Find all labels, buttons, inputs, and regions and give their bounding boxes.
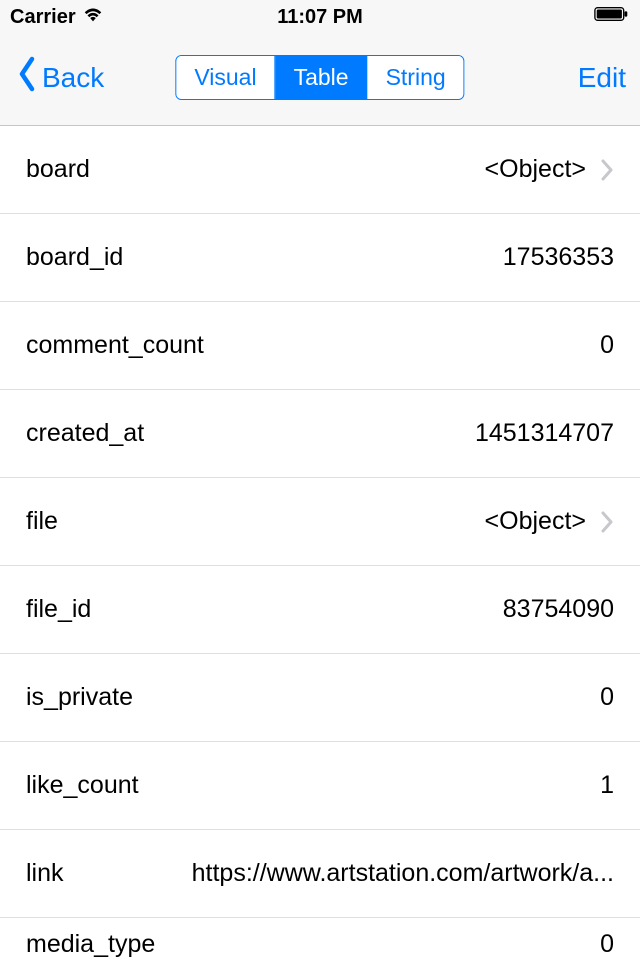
- row-key: file_id: [26, 595, 91, 624]
- segment-string[interactable]: String: [368, 56, 464, 99]
- table-row: file_id 83754090: [0, 566, 640, 654]
- edit-button[interactable]: Edit: [578, 62, 626, 94]
- row-key: comment_count: [26, 331, 204, 360]
- wifi-icon: [82, 5, 104, 29]
- row-value: <Object>: [485, 507, 586, 536]
- table-row: link https://www.artstation.com/artwork/a…: [0, 830, 640, 918]
- table-row[interactable]: board <Object>: [0, 126, 640, 214]
- row-value: 1451314707: [475, 419, 614, 448]
- row-key: board: [26, 155, 90, 184]
- row-key: is_private: [26, 683, 133, 712]
- row-value: 0: [600, 683, 614, 712]
- clock: 11:07 PM: [277, 6, 363, 29]
- table-row: media_type 0: [0, 918, 640, 962]
- row-key: link: [26, 859, 64, 888]
- table-row: board_id 17536353: [0, 214, 640, 302]
- table-row: like_count 1: [0, 742, 640, 830]
- chevron-left-icon: [14, 56, 40, 99]
- table-row: comment_count 0: [0, 302, 640, 390]
- chevron-right-icon: [600, 159, 614, 181]
- nav-bar: Back Visual Table String Edit: [0, 30, 640, 126]
- row-value: 17536353: [503, 243, 614, 272]
- table-row[interactable]: file <Object>: [0, 478, 640, 566]
- row-value: https://www.artstation.com/artwork/a...: [192, 859, 614, 888]
- row-value: <Object>: [485, 155, 586, 184]
- table-row: is_private 0: [0, 654, 640, 742]
- row-value: 0: [600, 331, 614, 360]
- row-key: file: [26, 507, 58, 536]
- segment-visual[interactable]: Visual: [176, 56, 275, 99]
- row-key: media_type: [26, 930, 155, 959]
- row-value: 83754090: [503, 595, 614, 624]
- carrier-label: Carrier: [10, 6, 76, 29]
- row-value: 0: [600, 930, 614, 959]
- row-key: like_count: [26, 771, 139, 800]
- table-view[interactable]: board <Object> board_id 17536353 comment_cou…: [0, 126, 640, 962]
- row-key: board_id: [26, 243, 123, 272]
- back-button[interactable]: Back: [14, 56, 104, 99]
- battery-icon: [594, 5, 630, 29]
- segmented-control: Visual Table String: [175, 55, 464, 100]
- segment-table[interactable]: Table: [276, 56, 368, 99]
- row-value: 1: [600, 771, 614, 800]
- chevron-right-icon: [600, 511, 614, 533]
- table-row: created_at 1451314707: [0, 390, 640, 478]
- row-key: created_at: [26, 419, 144, 448]
- status-bar: Carrier 11:07 PM: [0, 0, 640, 30]
- back-label: Back: [42, 62, 104, 94]
